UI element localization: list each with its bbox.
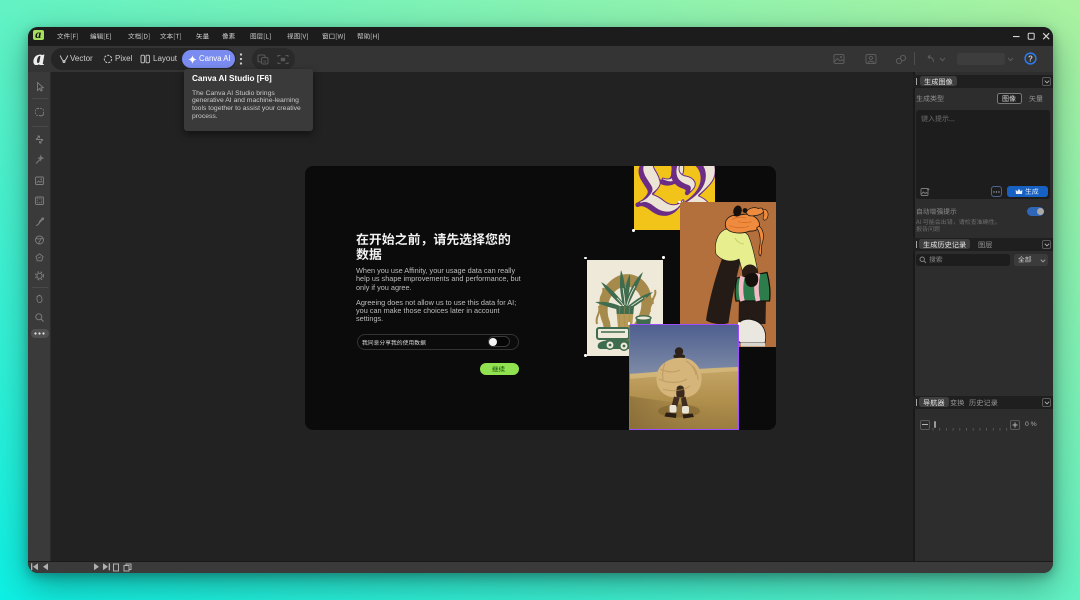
svg-text:?: ? xyxy=(1028,54,1033,63)
